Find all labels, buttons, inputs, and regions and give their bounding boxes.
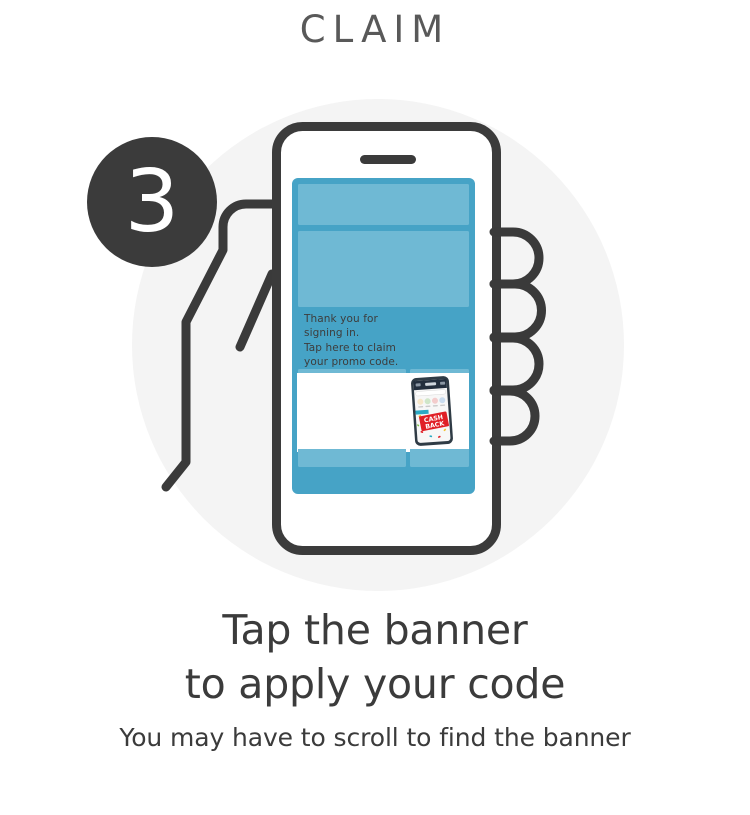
content-block-top[interactable] xyxy=(298,184,469,225)
thumbnail-menu-icon xyxy=(415,383,421,387)
headline: Tap the banner to apply your code xyxy=(0,603,750,711)
headline-line-2: to apply your code xyxy=(184,660,566,708)
promo-phone-thumbnail: CASH BACK xyxy=(411,376,453,446)
content-block-hero[interactable] xyxy=(298,231,469,307)
step-number-badge: 3 xyxy=(87,137,217,267)
step-badge-number: 3 xyxy=(125,152,180,252)
page-title: CLAIM xyxy=(299,8,451,51)
illustration-stage: CASH BACK 3 xyxy=(0,72,750,602)
headline-line-1: Tap the banner xyxy=(222,606,528,654)
speaker-slot-icon xyxy=(360,155,416,164)
subheadline: You may have to scroll to find the banne… xyxy=(119,723,631,752)
phone-screen xyxy=(292,178,475,494)
thumbnail-cart-icon xyxy=(440,381,446,385)
